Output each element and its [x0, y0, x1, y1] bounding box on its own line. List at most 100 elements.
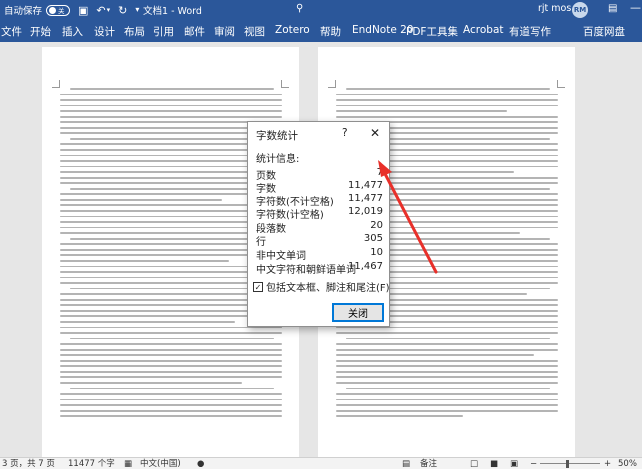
tab-references[interactable]: 引用: [153, 24, 174, 39]
tab-insert[interactable]: 插入: [62, 24, 83, 39]
stat-label-cjk-words: 中文字符和朝鲜语单词: [256, 265, 356, 276]
search-icon[interactable]: ⚲: [296, 3, 303, 14]
text-line: [70, 287, 275, 290]
text-line: [60, 376, 282, 379]
ribbon-tabs: 文件 开始 插入 设计 布局 引用 邮件 审阅 视图 Zotero 帮助 End…: [0, 20, 642, 42]
text-line: [60, 365, 282, 368]
word-count-status[interactable]: 11477 个字: [68, 458, 115, 469]
tab-mailings[interactable]: 邮件: [184, 24, 205, 39]
text-line: [346, 88, 551, 90]
tab-layout[interactable]: 布局: [124, 24, 145, 39]
text-line: [60, 359, 282, 362]
text-line: [336, 354, 534, 357]
undo-dropdown-icon[interactable]: ▾: [107, 6, 111, 14]
text-line: [60, 110, 282, 112]
minimize-icon[interactable]: —: [630, 1, 641, 14]
tab-baidu-netdisk[interactable]: 百度网盘: [583, 24, 625, 39]
text-line: [60, 415, 282, 418]
user-name[interactable]: rjt mos: [538, 3, 571, 14]
crop-mark: [281, 80, 289, 88]
text-line: [70, 337, 275, 340]
tab-design[interactable]: 设计: [94, 24, 115, 39]
text-line: [346, 337, 551, 340]
autosave-toggle[interactable]: 关: [46, 4, 71, 16]
tab-review[interactable]: 审阅: [214, 24, 235, 39]
avatar[interactable]: RM: [572, 2, 588, 18]
stat-label-chars-with-spaces: 字符数(计空格): [256, 210, 324, 221]
text-line: [336, 110, 507, 112]
text-line: [60, 320, 236, 323]
text-line: [336, 393, 558, 395]
read-mode-icon[interactable]: □: [470, 458, 478, 469]
text-line: [336, 359, 558, 362]
ribbon-display-options-icon[interactable]: ▤: [608, 3, 617, 14]
text-line: [60, 115, 282, 118]
tab-file[interactable]: 文件: [1, 24, 22, 39]
tab-help[interactable]: 帮助: [320, 24, 341, 39]
checkbox[interactable]: ✓: [253, 281, 263, 292]
title-bar: 自动保存 关 ▣ ↶ ▾ ↻ ▾ 文档1 - Word ⚲ rjt mos RM…: [0, 0, 642, 20]
text-line: [336, 404, 558, 406]
tab-zotero[interactable]: Zotero: [275, 24, 310, 36]
text-line: [70, 88, 275, 90]
checkbox-label: 包括文本框、脚注和尾注(F): [266, 283, 390, 294]
text-line: [60, 370, 282, 373]
page-indicator[interactable]: 3 页，共 7 页: [2, 458, 55, 469]
web-layout-icon[interactable]: ▣: [510, 458, 518, 469]
help-icon[interactable]: ?: [342, 127, 348, 139]
print-layout-icon[interactable]: ■: [490, 458, 498, 469]
text-line: [60, 381, 243, 384]
save-icon[interactable]: ▣: [78, 5, 88, 16]
zoom-slider-thumb[interactable]: [566, 460, 569, 468]
text-line: [60, 343, 282, 345]
autosave-state: 关: [58, 7, 65, 15]
text-line: [70, 237, 275, 240]
text-line: [336, 104, 558, 107]
focus-mode-icon[interactable]: ▤: [402, 458, 410, 469]
zoom-level[interactable]: 50%: [618, 458, 637, 469]
zoom-out-icon[interactable]: −: [530, 458, 537, 469]
crop-mark: [328, 80, 336, 88]
dialog-title: 字数统计: [256, 130, 298, 142]
stat-label-non-chinese-words: 非中文单词: [256, 251, 306, 262]
undo-icon[interactable]: ↶: [96, 5, 105, 16]
text-line: [336, 99, 558, 101]
customize-toolbar-icon[interactable]: ▾: [135, 6, 139, 14]
text-line: [60, 398, 282, 401]
stat-label-lines: 行: [256, 237, 266, 248]
redo-icon[interactable]: ↻: [118, 5, 127, 16]
text-line: [336, 415, 463, 418]
close-button[interactable]: 关闭: [332, 303, 384, 322]
annotation-arrow: [378, 160, 438, 274]
text-line: [60, 99, 282, 101]
accessibility-icon[interactable]: ●: [197, 458, 204, 469]
text-line: [60, 404, 282, 406]
crop-mark: [52, 80, 60, 88]
tab-acrobat[interactable]: Acrobat: [463, 24, 504, 36]
text-line: [60, 198, 223, 201]
text-line: [336, 376, 558, 379]
crop-mark: [557, 80, 565, 88]
tab-endnote[interactable]: EndNote 20: [352, 24, 414, 36]
zoom-in-icon[interactable]: +: [604, 458, 611, 469]
zoom-slider[interactable]: [540, 463, 600, 464]
notes-button[interactable]: 备注: [420, 458, 437, 469]
toggle-knob: [49, 6, 57, 14]
tab-pdf-tools[interactable]: PDF工具集: [406, 24, 458, 39]
document-title: 文档1 - Word: [143, 6, 202, 17]
text-line: [70, 187, 275, 190]
language-status[interactable]: 中文(中国): [140, 458, 181, 469]
status-bar: 3 页，共 7 页 11477 个字 ▦ 中文(中国) ● ▤ 备注 □ ■ ▣…: [0, 457, 642, 469]
close-icon[interactable]: ✕: [370, 126, 380, 140]
text-line: [336, 332, 558, 334]
word-count-dialog: 字数统计 ? ✕ 统计信息: 页数 7 字数 11,477 字符数(不计空格) …: [247, 121, 390, 327]
text-line: [60, 348, 282, 351]
autosave-label: 自动保存: [4, 6, 43, 17]
tab-youdao[interactable]: 有道写作: [509, 24, 551, 39]
spellcheck-icon[interactable]: ▦: [124, 458, 132, 469]
tab-home[interactable]: 开始: [30, 24, 51, 39]
text-line: [336, 370, 558, 373]
tab-view[interactable]: 视图: [244, 24, 265, 39]
text-line: [336, 381, 558, 384]
include-textboxes-option[interactable]: ✓ 包括文本框、脚注和尾注(F): [253, 279, 390, 294]
